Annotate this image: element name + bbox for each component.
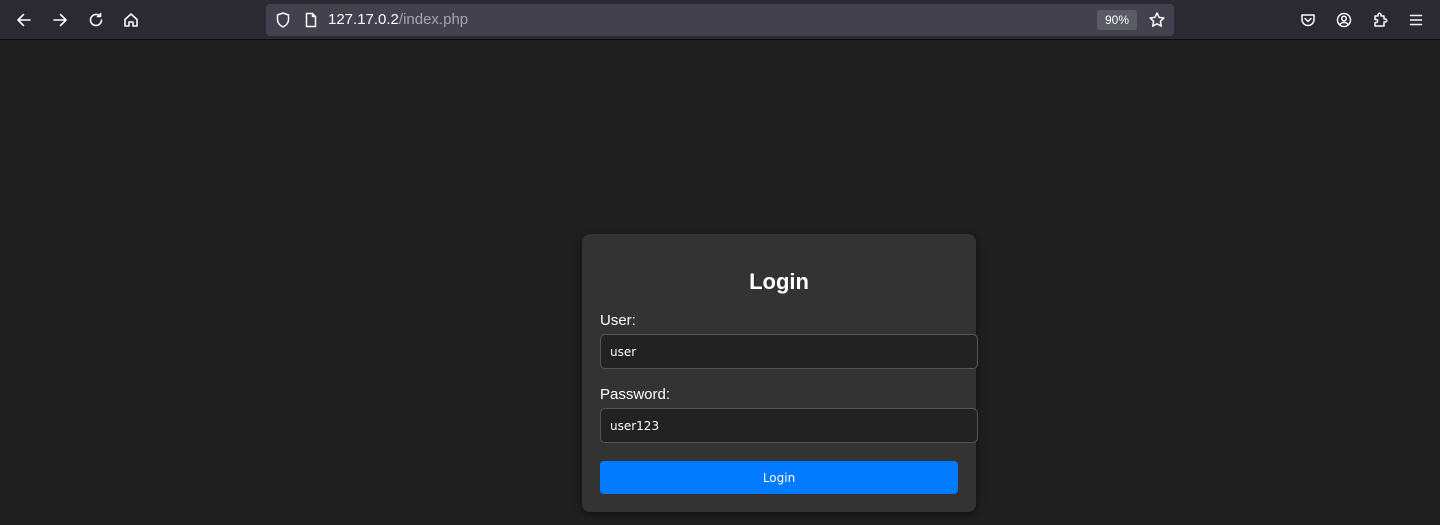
hamburger-menu-icon — [1409, 14, 1423, 26]
url-path: /index.php — [398, 11, 469, 28]
puzzle-icon — [1374, 12, 1388, 27]
password-input[interactable] — [600, 408, 978, 443]
arrow-right-icon — [53, 13, 67, 27]
url-text[interactable]: 127.17.0.2/index.php — [328, 12, 468, 28]
reload-icon — [89, 12, 103, 27]
login-button[interactable]: Login — [600, 461, 958, 494]
user-label: User: — [600, 312, 636, 329]
account-icon — [1336, 12, 1352, 28]
star-icon[interactable] — [1148, 11, 1166, 29]
page-icon[interactable] — [302, 11, 320, 29]
password-label: Password: — [600, 386, 671, 403]
reload-button[interactable] — [82, 6, 110, 34]
extensions-button[interactable] — [1366, 6, 1394, 34]
arrow-left-icon — [17, 13, 31, 27]
url-bar[interactable]: 127.17.0.2/index.php 90% — [266, 4, 1174, 36]
home-icon — [124, 13, 138, 27]
home-button[interactable] — [117, 6, 145, 34]
login-card: Login User: Password: Login — [582, 234, 978, 512]
back-button[interactable] — [10, 6, 38, 34]
menu-button[interactable] — [1402, 6, 1430, 34]
url-host: 127.17.0.2 — [328, 11, 399, 28]
browser-toolbar: 127.17.0.2/index.php 90% — [0, 0, 1440, 40]
pocket-icon — [1301, 14, 1315, 27]
forward-button[interactable] — [46, 6, 74, 34]
shield-icon[interactable] — [274, 11, 292, 29]
login-title: Login — [749, 269, 809, 294]
account-button[interactable] — [1330, 6, 1358, 34]
pocket-button[interactable] — [1294, 6, 1322, 34]
zoom-level-badge[interactable]: 90% — [1097, 10, 1137, 30]
user-input[interactable] — [600, 334, 978, 369]
